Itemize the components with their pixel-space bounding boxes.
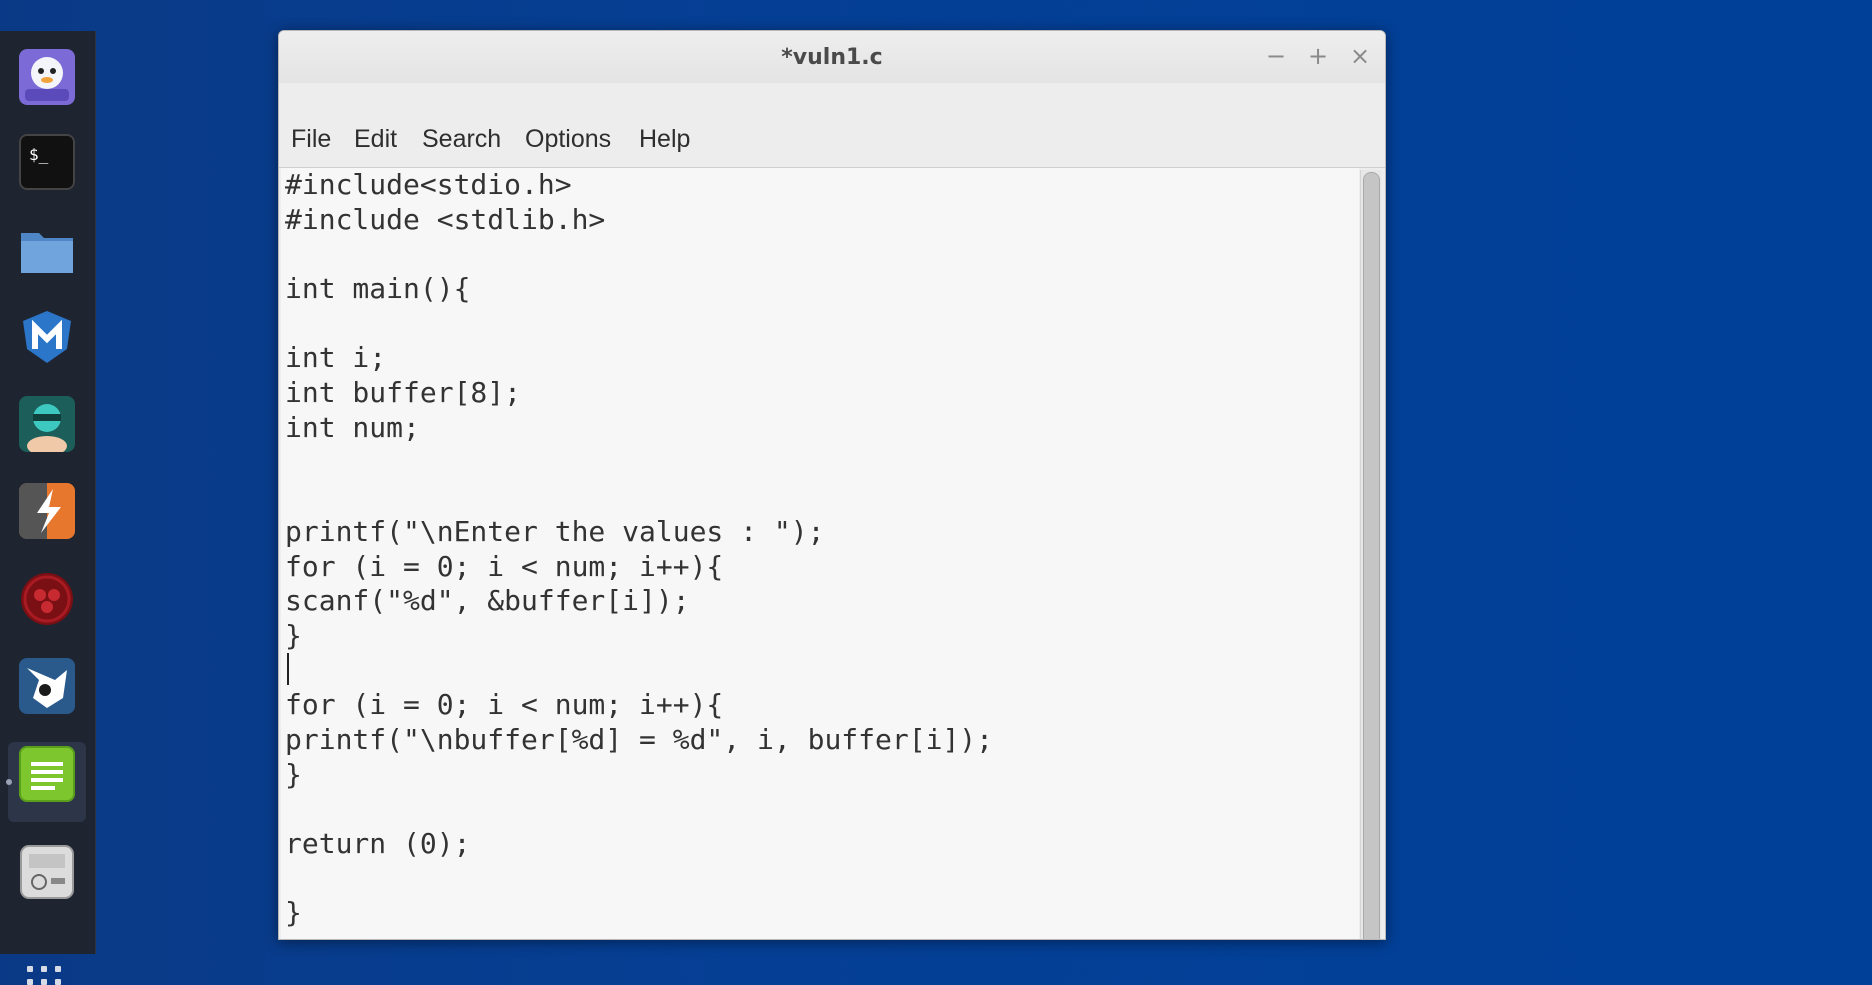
title-bar[interactable]: *vuln1.c − + × [279,31,1385,83]
armitage-icon[interactable] [19,396,75,452]
menu-edit[interactable]: Edit [354,125,397,154]
faraday-icon[interactable] [19,571,75,627]
code-line[interactable]: printf("\nEnter the values : "); [285,515,993,550]
text-editor-area[interactable]: #include<stdio.h> #include <stdlib.h> int … [281,168,1359,939]
code-line[interactable] [285,862,993,897]
svg-text:$_: $_ [29,145,49,164]
code-line[interactable] [285,792,993,827]
text-editor-icon[interactable] [19,746,75,802]
code-line[interactable]: int num; [285,411,993,446]
terminal-icon[interactable]: $_ [19,134,75,190]
code-line[interactable]: scanf("%d", &buffer[i]); [285,584,993,619]
show-applications-icon[interactable] [27,966,67,985]
code-line[interactable] [285,307,993,342]
menu-search[interactable]: Search [422,125,501,154]
text-cursor [287,653,289,685]
pidgin-icon[interactable] [19,49,75,105]
dock: $_ [0,31,96,985]
code-content[interactable]: #include<stdio.h> #include <stdlib.h> int … [285,168,993,931]
code-line[interactable] [285,237,993,272]
code-line[interactable]: } [285,619,993,654]
code-line[interactable]: int i; [285,341,993,376]
code-line[interactable]: #include <stdlib.h> [285,203,993,238]
menu-help[interactable]: Help [639,125,690,154]
menu-bar: File Edit Search Options Help [279,83,1385,168]
running-indicator [6,779,12,785]
files-icon[interactable] [19,221,75,277]
menu-file[interactable]: File [291,125,331,154]
code-line[interactable] [285,446,993,481]
code-line[interactable]: for (i = 0; i < num; i++){ [285,688,993,723]
menu-options[interactable]: Options [525,125,611,154]
code-line[interactable]: } [285,758,993,793]
code-line[interactable]: for (i = 0; i < num; i++){ [285,550,993,585]
settings-icon[interactable] [19,844,75,900]
code-line[interactable]: #include<stdio.h> [285,168,993,203]
beef-icon[interactable] [19,658,75,714]
metasploit-icon[interactable] [19,309,75,365]
scrollbar-thumb[interactable] [1363,172,1380,939]
code-line[interactable] [285,654,993,689]
code-line[interactable]: int main(){ [285,272,993,307]
gedit-window: *vuln1.c − + × File Edit Search Options … [278,30,1386,940]
minimize-button[interactable]: − [1261,41,1291,71]
code-line[interactable]: return (0); [285,827,993,862]
code-line[interactable]: printf("\nbuffer[%d] = %d", i, buffer[i]… [285,723,993,758]
window-title: *vuln1.c [781,45,883,70]
code-line[interactable]: } [285,896,993,931]
maximize-button[interactable]: + [1303,41,1333,71]
vertical-scrollbar[interactable] [1360,170,1381,939]
close-button[interactable]: × [1345,41,1375,71]
code-line[interactable]: int buffer[8]; [285,376,993,411]
burpsuite-icon[interactable] [19,483,75,539]
code-line[interactable] [285,480,993,515]
